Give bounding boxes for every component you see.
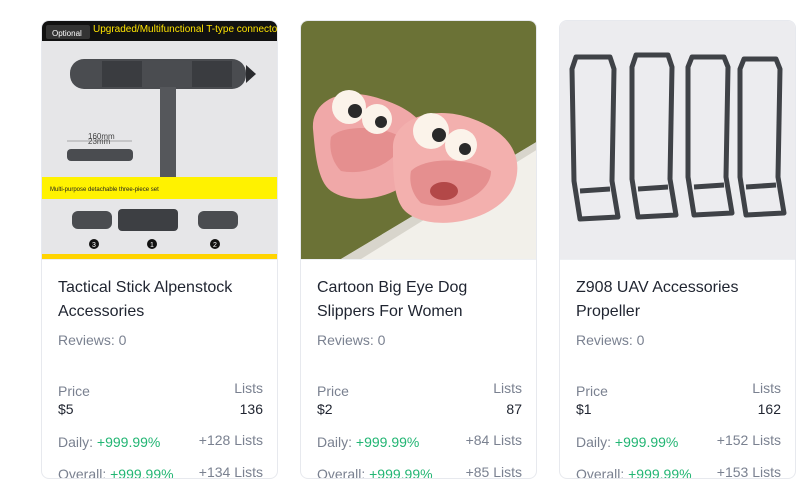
reviews-count: Reviews: 0 [58,332,127,348]
product-title[interactable]: Z908 UAV Accessories Propeller [576,276,781,324]
daily-label: Daily: [317,434,353,450]
overall-percent: +999.99% [628,466,692,479]
lists-value: 87 [506,401,522,417]
daily-percent: +999.99% [96,434,161,450]
image-headline: Upgraded/Multifunctional T-type connecto… [93,24,278,35]
daily-percent: +999.99% [355,434,420,450]
lists-label: Lists [234,380,263,396]
product-card[interactable]: Cartoon Big Eye Dog Slippers For Women R… [300,20,537,479]
overall-stat: Overall: +999.99% [576,466,692,479]
reviews-count: Reviews: 0 [576,332,645,348]
product-title[interactable]: Cartoon Big Eye Dog Slippers For Women [317,276,522,324]
product-info: Z908 UAV Accessories Propeller Reviews: … [560,259,795,479]
lists-value: 162 [757,401,781,417]
daily-stat: Daily: +999.99% [58,434,160,450]
part-label: 1 [150,242,154,249]
daily-stat: Daily: +999.99% [317,434,419,450]
product-title[interactable]: Tactical Stick Alpenstock Accessories [58,276,263,324]
lists-label: Lists [493,380,522,396]
image-headline-text: Upgraded/Multifunctional T-type connecto… [93,24,278,35]
overall-label: Overall: [58,466,107,479]
product-image[interactable]: Optional Upgraded/Multifunctional T-type… [42,21,278,259]
product-image[interactable] [301,21,536,259]
part-label: 3 [92,242,96,249]
lists-label: Lists [752,380,781,396]
product-image[interactable] [560,21,795,259]
product-info: Tactical Stick Alpenstock Accessories Re… [42,259,277,479]
daily-stat: Daily: +999.99% [576,434,678,450]
daily-lists: +128 Lists [198,432,263,448]
price-label: Price [58,383,90,399]
product-info: Cartoon Big Eye Dog Slippers For Women R… [301,259,536,479]
overall-stat: Overall: +999.99% [58,466,174,479]
overall-percent: +999.99% [110,466,174,479]
image-badge-text: Optional [52,29,82,38]
product-card[interactable]: Z908 UAV Accessories Propeller Reviews: … [559,20,796,479]
daily-label: Daily: [576,434,612,450]
overall-label: Overall: [576,466,625,479]
daily-lists: +152 Lists [716,432,781,448]
daily-percent: +999.99% [614,434,679,450]
image-banner: Multi-purpose detachable three-piece set [50,187,159,193]
reviews-count: Reviews: 0 [317,332,386,348]
daily-label: Daily: [58,434,94,450]
price-value: $5 [58,401,74,417]
overall-lists: +153 Lists [716,464,781,479]
lists-value: 136 [239,401,263,417]
dim-length: 160mm [88,132,115,141]
overall-lists: +134 Lists [198,464,263,479]
price-value: $1 [576,401,592,417]
overall-lists: +85 Lists [465,464,522,479]
overall-label: Overall: [317,466,366,479]
price-label: Price [317,383,349,399]
overall-stat: Overall: +999.99% [317,466,433,479]
price-value: $2 [317,401,333,417]
product-card[interactable]: Optional Upgraded/Multifunctional T-type… [41,20,278,479]
daily-lists: +84 Lists [465,432,522,448]
part-label: 2 [213,242,217,249]
price-label: Price [576,383,608,399]
overall-percent: +999.99% [369,466,433,479]
